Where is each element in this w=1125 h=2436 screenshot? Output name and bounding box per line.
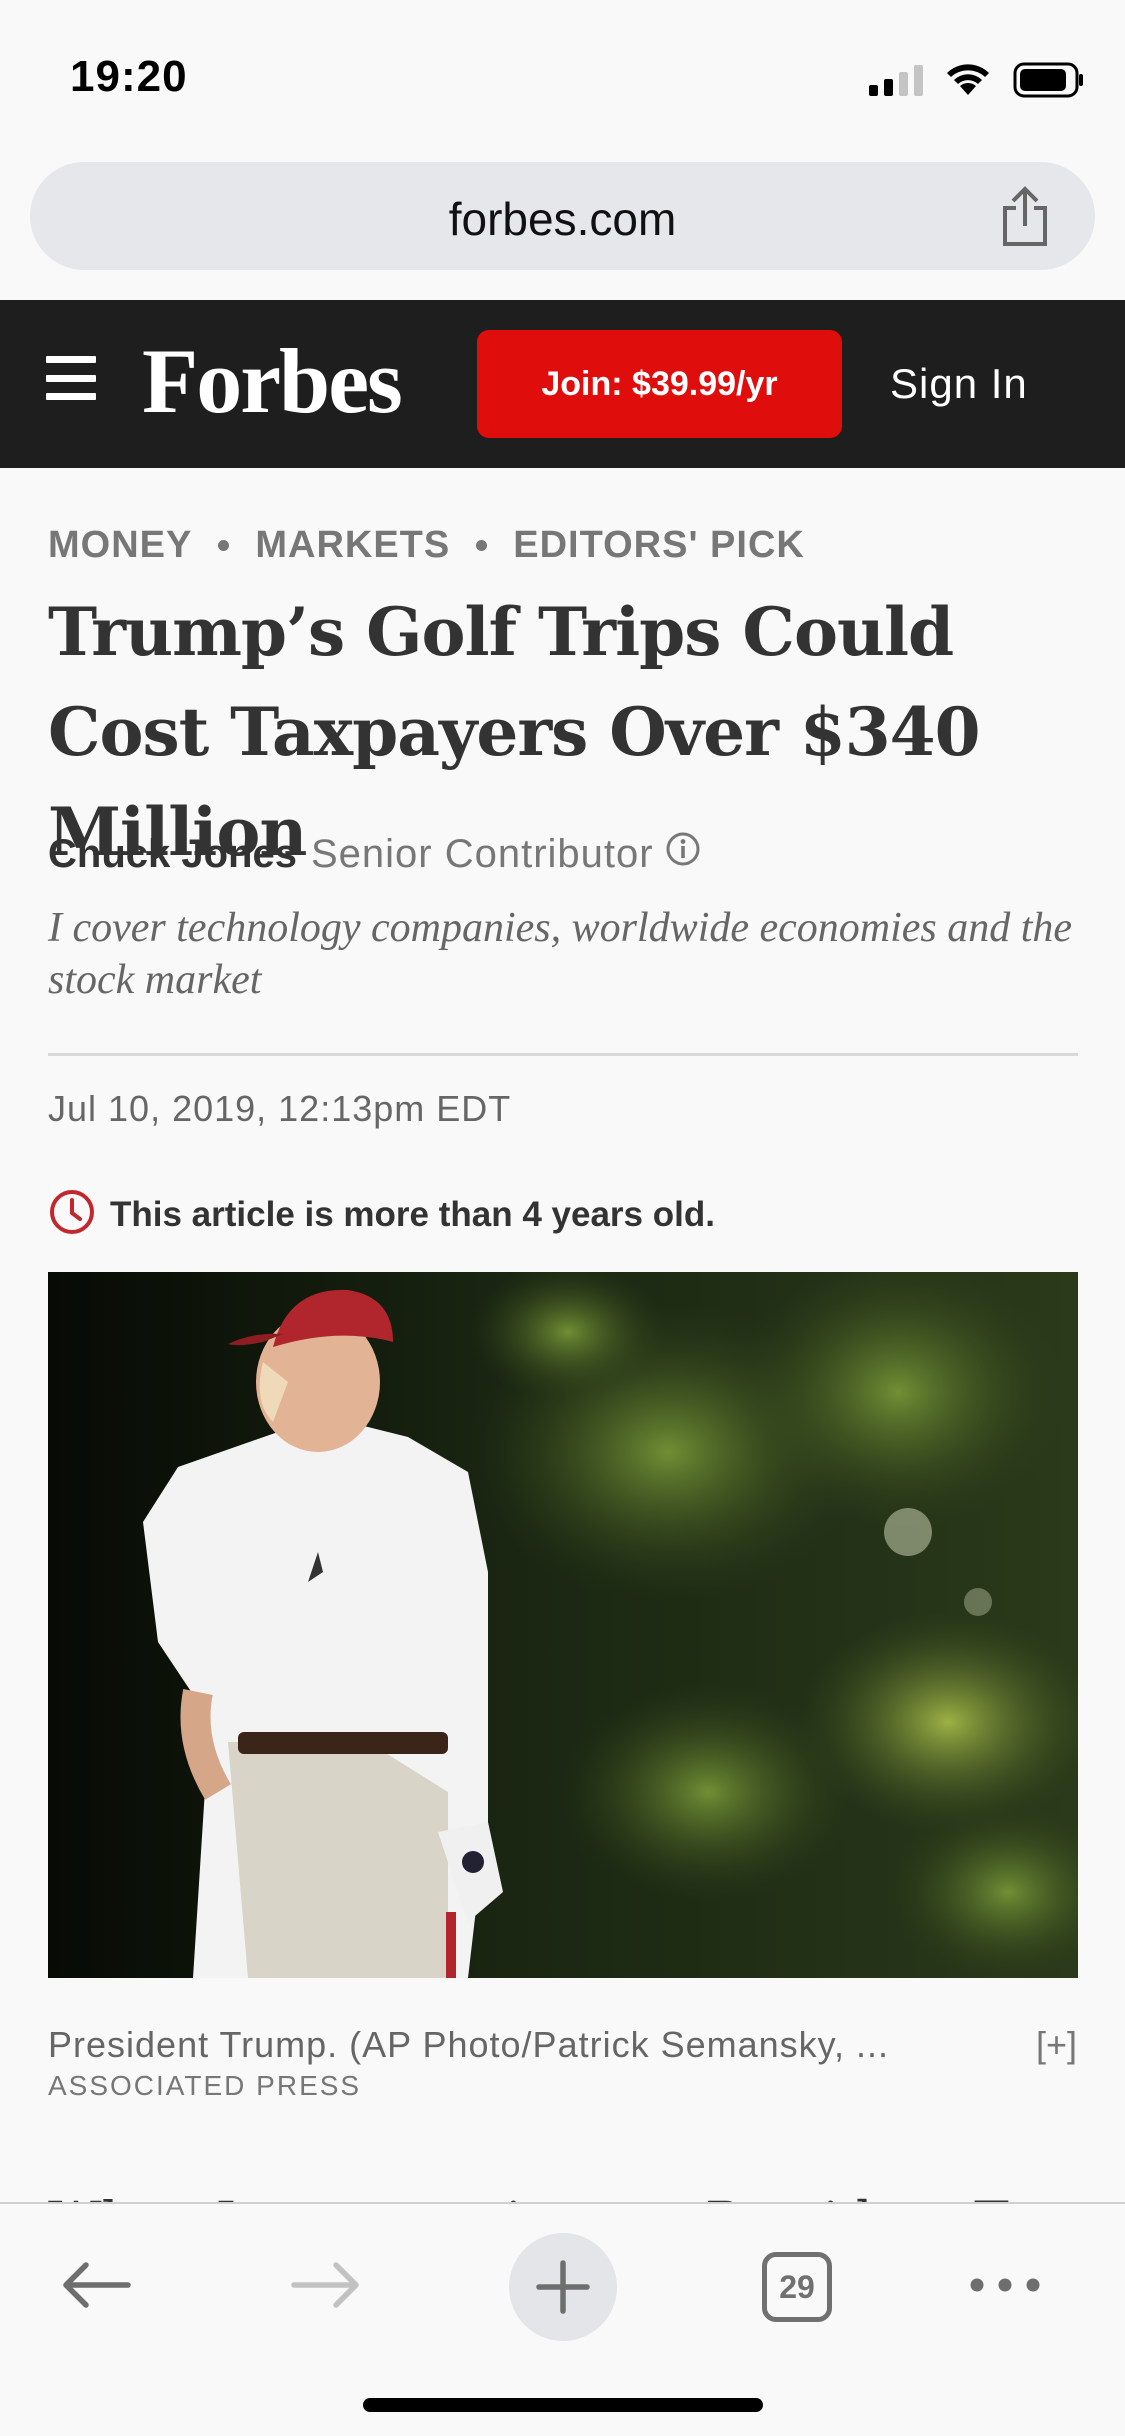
breadcrumb-separator <box>476 540 488 551</box>
new-tab-button[interactable] <box>508 2232 618 2342</box>
photo-caption: President Trump. (AP Photo/Patrick Seman… <box>48 2024 889 2065</box>
status-icons <box>869 62 1085 98</box>
breadcrumb-separator <box>218 540 230 551</box>
join-button[interactable]: Join: $39.99/yr <box>477 330 842 438</box>
breadcrumb-markets[interactable]: MARKETS <box>255 524 450 567</box>
clock-icon <box>48 1188 96 1241</box>
tab-count: 29 <box>779 2268 815 2305</box>
share-icon[interactable] <box>999 186 1051 253</box>
more-icon <box>969 2277 1041 2298</box>
caption-expand-button[interactable]: [+] <box>1036 2024 1077 2066</box>
breadcrumb-editors-pick[interactable]: EDITORS' PICK <box>513 524 805 567</box>
status-time: 19:20 <box>70 52 188 101</box>
tabs-icon: 29 <box>762 2252 832 2322</box>
tabs-button[interactable]: 29 <box>752 2242 842 2332</box>
plus-icon <box>509 2233 617 2341</box>
home-indicator[interactable] <box>363 2398 763 2412</box>
author-bio: I cover technology companies, worldwide … <box>48 905 1073 1003</box>
divider <box>48 1053 1078 1056</box>
breadcrumb: MONEY MARKETS EDITORS' PICK <box>48 524 805 567</box>
breadcrumb-money[interactable]: MONEY <box>48 524 192 567</box>
more-button[interactable] <box>960 2242 1050 2332</box>
sign-in-link[interactable]: Sign In <box>890 360 1028 408</box>
wifi-icon <box>945 63 991 97</box>
battery-icon <box>1013 62 1085 98</box>
publish-date: Jul 10, 2019, 12:13pm EDT <box>48 1088 512 1129</box>
site-header: Forbes Join: $39.99/yr Sign In <box>0 300 1125 468</box>
author-name[interactable]: Chuck Jones <box>48 832 297 877</box>
byline: Chuck Jones Senior Contributor <box>48 830 702 878</box>
author-role: Senior Contributor <box>310 831 654 876</box>
forward-button[interactable] <box>282 2242 372 2332</box>
status-bar: 19:20 <box>0 0 1125 150</box>
hamburger-icon[interactable] <box>46 356 96 400</box>
info-icon[interactable] <box>664 830 702 878</box>
photo-credit: ASSOCIATED PRESS <box>48 2070 362 2101</box>
forward-arrow-icon <box>290 2260 364 2315</box>
article-age-notice: This article is more than 4 years old. <box>48 1188 715 1241</box>
back-arrow-icon <box>58 2260 132 2315</box>
article-photo[interactable] <box>48 1272 1078 1978</box>
back-button[interactable] <box>50 2242 140 2332</box>
url-text[interactable]: forbes.com <box>30 192 1095 246</box>
forbes-logo[interactable]: Forbes <box>142 328 403 434</box>
age-notice-text: This article is more than 4 years old. <box>110 1194 715 1234</box>
cellular-signal-icon <box>869 64 923 96</box>
address-bar[interactable]: forbes.com <box>30 162 1095 270</box>
